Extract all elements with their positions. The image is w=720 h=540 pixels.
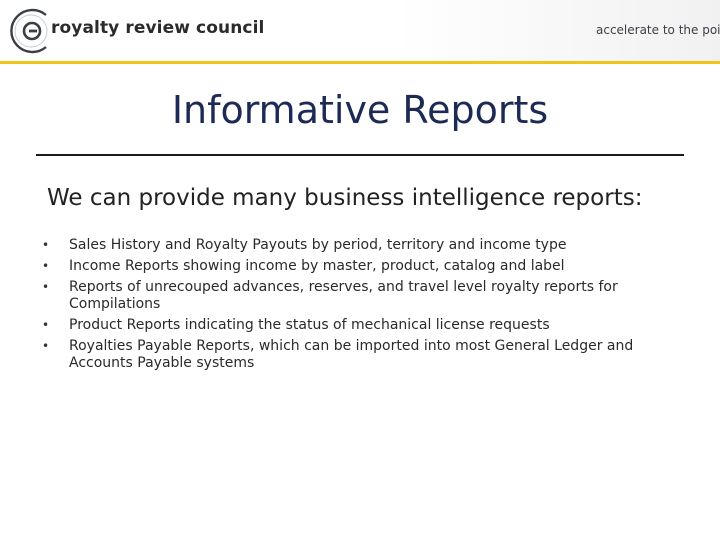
bullet-icon: • xyxy=(42,339,50,353)
list-item: • Income Reports showing income by master… xyxy=(36,258,676,275)
bullet-icon: • xyxy=(42,238,50,252)
title-divider xyxy=(36,154,684,156)
list-item: • Product Reports indicating the status o… xyxy=(36,317,676,334)
report-list: • Sales History and Royalty Payouts by pe… xyxy=(36,237,676,376)
list-item: • Royalties Payable Reports, which can be… xyxy=(36,338,676,372)
list-item-text: Product Reports indicating the status of… xyxy=(69,317,550,333)
intro-text: We can provide many business intelligenc… xyxy=(47,185,643,211)
bullet-icon: • xyxy=(42,318,50,332)
bullet-icon: • xyxy=(42,259,50,273)
list-item-text: Income Reports showing income by master,… xyxy=(69,258,565,274)
circle-c-logo-icon xyxy=(10,8,48,54)
list-item: • Reports of unrecouped advances, reserve… xyxy=(36,279,676,313)
slide-title: Informative Reports xyxy=(171,88,549,132)
bullet-icon: • xyxy=(42,280,50,294)
header-accent-rule xyxy=(0,61,720,64)
tagline: accelerate to the point xyxy=(596,23,720,37)
list-item: • Sales History and Royalty Payouts by pe… xyxy=(36,237,676,254)
list-item-text: Sales History and Royalty Payouts by per… xyxy=(69,237,567,253)
list-item-text: Reports of unrecouped advances, reserves… xyxy=(69,279,618,312)
brand-name: royalty review council xyxy=(51,18,265,38)
list-item-text: Royalties Payable Reports, which can be … xyxy=(69,338,634,371)
slide-header: royalty review council accelerate to the… xyxy=(0,0,720,62)
